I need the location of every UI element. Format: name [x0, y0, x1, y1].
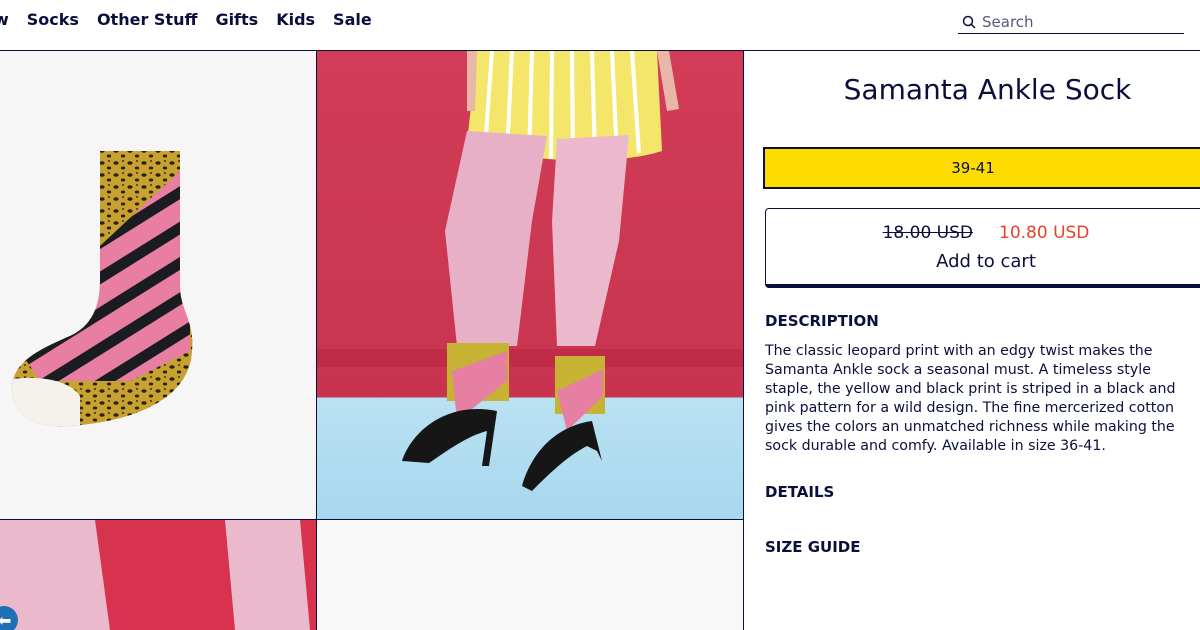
sale-price: 10.80 USD — [999, 223, 1090, 243]
nav-item-socks[interactable]: Socks — [27, 10, 79, 29]
search-icon — [962, 15, 976, 29]
description-toggle[interactable]: DESCRIPTION — [765, 312, 879, 330]
sock-illustration — [11, 151, 193, 427]
svg-text:⬅: ⬅ — [0, 611, 11, 630]
nav-item-kids[interactable]: Kids — [276, 10, 315, 29]
search-input[interactable] — [982, 12, 1172, 31]
details-toggle[interactable]: DETAILS — [765, 483, 834, 501]
model-illustration — [317, 51, 743, 491]
product-image-model[interactable] — [317, 51, 744, 520]
original-price: 18.00 USD — [882, 223, 973, 243]
nav-item-sale[interactable]: Sale — [333, 10, 372, 29]
detail-illustration: ⬅ — [0, 520, 310, 630]
search-bar — [958, 10, 1184, 34]
nav-item-gifts[interactable]: Gifts — [215, 10, 258, 29]
size-selector[interactable]: 39-41 — [763, 147, 1200, 189]
size-guide-toggle[interactable]: SIZE GUIDE — [765, 538, 861, 556]
product-title: Samanta Ankle Sock — [843, 73, 1132, 106]
add-to-cart-button[interactable]: 18.00 USD 10.80 USD Add to cart — [765, 208, 1200, 288]
description-text: The classic leopard print with an edgy t… — [765, 343, 1176, 454]
top-navigation: w Socks Other Stuff Gifts Kids Sale — [0, 0, 1200, 51]
add-to-cart-label: Add to cart — [936, 251, 1036, 272]
product-image-sock[interactable] — [0, 51, 317, 520]
product-image-detail[interactable]: ⬅ — [0, 520, 317, 630]
product-panel: Samanta Ankle Sock 39-41 18.00 USD 10.80 … — [745, 51, 1200, 630]
product-image-empty[interactable] — [317, 520, 744, 630]
price-row: 18.00 USD 10.80 USD — [766, 223, 1200, 243]
nav-links: w Socks Other Stuff Gifts Kids Sale — [0, 10, 372, 29]
nav-item-other-stuff[interactable]: Other Stuff — [97, 10, 197, 29]
nav-item-new[interactable]: w — [0, 10, 9, 29]
